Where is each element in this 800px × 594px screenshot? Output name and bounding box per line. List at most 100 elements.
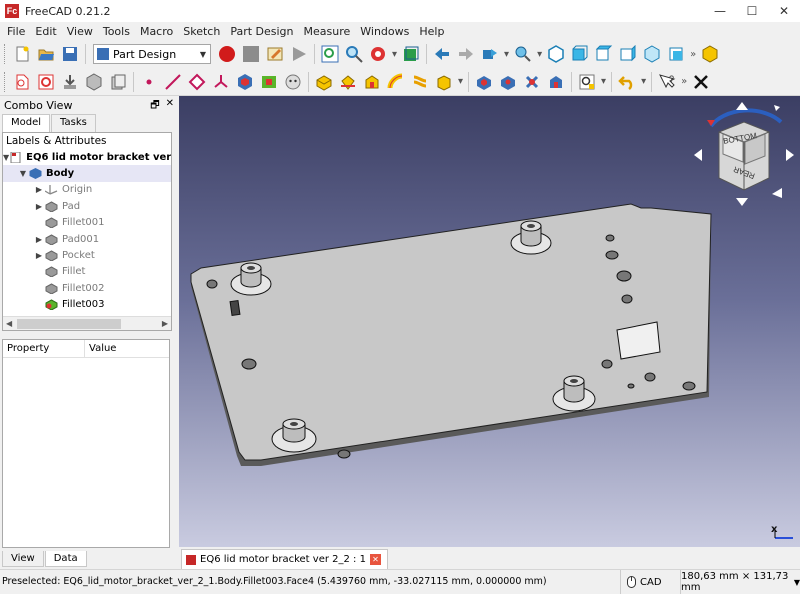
menu-help[interactable]: Help bbox=[414, 25, 449, 38]
sub-shape-binder-icon[interactable] bbox=[234, 71, 256, 93]
scrollbar-thumb[interactable] bbox=[17, 319, 121, 329]
bounding-box-icon[interactable] bbox=[400, 43, 422, 65]
front-view-icon[interactable] bbox=[569, 43, 591, 65]
expand-arrow-icon[interactable]: ▶ bbox=[33, 251, 45, 260]
tree-item-fillet001[interactable]: Fillet001 bbox=[3, 215, 171, 231]
menu-part-design[interactable]: Part Design bbox=[225, 25, 298, 38]
top-view-icon[interactable] bbox=[593, 43, 615, 65]
close-panel-icon[interactable]: ✕ bbox=[166, 98, 174, 115]
validate-sketch-icon[interactable] bbox=[59, 71, 81, 93]
sync-view-icon[interactable] bbox=[479, 43, 501, 65]
clone-icon[interactable] bbox=[107, 71, 129, 93]
additive-loft-icon[interactable] bbox=[361, 71, 383, 93]
additive-primitive-icon[interactable] bbox=[433, 71, 455, 93]
scroll-right-icon[interactable]: ▶ bbox=[162, 319, 168, 328]
dimension-display[interactable]: 180,63 mm × 131,73 mm ▼ bbox=[680, 570, 800, 594]
menu-measure[interactable]: Measure bbox=[299, 25, 356, 38]
tab-data[interactable]: Data bbox=[44, 551, 87, 567]
menu-view[interactable]: View bbox=[62, 25, 98, 38]
shape-binder-icon[interactable] bbox=[83, 71, 105, 93]
tree-item-fillet002[interactable]: Fillet002 bbox=[3, 280, 171, 296]
fit-selection-icon[interactable] bbox=[343, 43, 365, 65]
property-column-header[interactable]: Property bbox=[3, 340, 85, 357]
3d-viewport[interactable]: BOTTOM REAR x bbox=[179, 96, 800, 547]
record-macro-button[interactable] bbox=[216, 43, 238, 65]
tree-item-fillet[interactable]: Fillet bbox=[3, 264, 171, 280]
toolbar-overflow[interactable]: » bbox=[690, 49, 696, 60]
menu-file[interactable]: File bbox=[2, 25, 30, 38]
additive-helix-icon[interactable] bbox=[409, 71, 431, 93]
pocket-icon[interactable] bbox=[473, 71, 495, 93]
tab-tasks[interactable]: Tasks bbox=[51, 114, 96, 132]
open-document-button[interactable] bbox=[35, 43, 57, 65]
stop-macro-button[interactable] bbox=[240, 43, 262, 65]
axis-cross: x bbox=[771, 524, 797, 544]
tree-item-document[interactable]: ▼ EQ6 lid motor bracket ver 2_2 bbox=[3, 149, 171, 165]
minimize-button[interactable]: — bbox=[704, 0, 736, 22]
local-coordinate-system-icon[interactable] bbox=[210, 71, 232, 93]
menu-windows[interactable]: Windows bbox=[355, 25, 414, 38]
tree-item-pocket[interactable]: ▶ Pocket bbox=[3, 247, 171, 263]
right-view-icon[interactable] bbox=[617, 43, 639, 65]
tree-item-body[interactable]: ▼ Body bbox=[3, 165, 171, 182]
menu-tools[interactable]: Tools bbox=[98, 25, 135, 38]
tab-model[interactable]: Model bbox=[2, 114, 51, 132]
undo-icon[interactable] bbox=[616, 71, 638, 93]
groove-icon[interactable] bbox=[521, 71, 543, 93]
value-column-header[interactable]: Value bbox=[85, 340, 120, 357]
datum-line-icon[interactable] bbox=[162, 71, 184, 93]
tab-view[interactable]: View bbox=[2, 551, 44, 567]
tree-item-origin[interactable]: ▶ Origin bbox=[3, 182, 171, 198]
float-panel-icon[interactable]: 🗗 bbox=[150, 98, 159, 115]
measure-icon[interactable] bbox=[576, 71, 598, 93]
datum-plane-icon[interactable] bbox=[186, 71, 208, 93]
forward-arrow-icon[interactable] bbox=[455, 43, 477, 65]
shape-binder-green-icon[interactable] bbox=[258, 71, 280, 93]
draw-style-icon[interactable] bbox=[367, 43, 389, 65]
tree-item-fillet003[interactable]: Fillet003 bbox=[3, 297, 171, 313]
clone-face-icon[interactable] bbox=[282, 71, 304, 93]
close-task-icon[interactable] bbox=[690, 71, 712, 93]
expand-arrow-icon[interactable]: ▶ bbox=[33, 235, 45, 244]
close-tab-icon[interactable]: ✕ bbox=[369, 554, 381, 565]
isometric-view-icon[interactable] bbox=[545, 43, 567, 65]
standard-views-icon[interactable] bbox=[512, 43, 534, 65]
menu-sketch[interactable]: Sketch bbox=[178, 25, 225, 38]
expand-arrow-icon[interactable]: ▶ bbox=[33, 202, 45, 211]
pad-icon[interactable] bbox=[313, 71, 335, 93]
close-button[interactable]: ✕ bbox=[768, 0, 800, 22]
run-macro-button[interactable] bbox=[288, 43, 310, 65]
hole-icon[interactable] bbox=[497, 71, 519, 93]
create-body-icon[interactable] bbox=[11, 71, 33, 93]
menu-macro[interactable]: Macro bbox=[135, 25, 178, 38]
back-arrow-icon[interactable] bbox=[431, 43, 453, 65]
fit-all-icon[interactable] bbox=[319, 43, 341, 65]
part-cube-icon[interactable] bbox=[699, 43, 721, 65]
whats-this-icon[interactable]: ? bbox=[656, 71, 678, 93]
tree-item-pad001[interactable]: ▶ Pad001 bbox=[3, 231, 171, 247]
document-tab[interactable]: EQ6 lid motor bracket ver 2_2 : 1 ✕ bbox=[181, 549, 388, 569]
navigation-style-selector[interactable]: CAD bbox=[620, 570, 680, 594]
maximize-button[interactable]: ☐ bbox=[736, 0, 768, 22]
collapse-arrow-icon[interactable]: ▼ bbox=[17, 169, 29, 178]
tree-horizontal-scrollbar[interactable]: ◀ ▶ bbox=[3, 316, 171, 330]
create-sketch-icon[interactable] bbox=[35, 71, 57, 93]
datum-point-icon[interactable] bbox=[138, 71, 160, 93]
menu-edit[interactable]: Edit bbox=[30, 25, 61, 38]
expand-arrow-icon[interactable]: ▶ bbox=[33, 185, 45, 194]
pad-feature-icon bbox=[45, 234, 58, 245]
save-document-button[interactable] bbox=[59, 43, 81, 65]
rear-view-icon[interactable] bbox=[641, 43, 663, 65]
bottom-view-icon[interactable] bbox=[665, 43, 687, 65]
new-document-button[interactable] bbox=[11, 43, 33, 65]
toolbar-grip-2[interactable] bbox=[4, 71, 7, 92]
scroll-left-icon[interactable]: ◀ bbox=[6, 319, 12, 328]
additive-pipe-icon[interactable] bbox=[385, 71, 407, 93]
revolution-icon[interactable] bbox=[337, 71, 359, 93]
subtractive-loft-icon[interactable] bbox=[545, 71, 567, 93]
toolbar-grip[interactable] bbox=[4, 44, 7, 64]
navigation-cube[interactable]: BOTTOM REAR bbox=[689, 100, 799, 210]
edit-macro-button[interactable] bbox=[264, 43, 286, 65]
tree-item-pad[interactable]: ▶ Pad bbox=[3, 198, 171, 214]
workbench-selector[interactable]: Part Design ▼ bbox=[93, 44, 211, 64]
